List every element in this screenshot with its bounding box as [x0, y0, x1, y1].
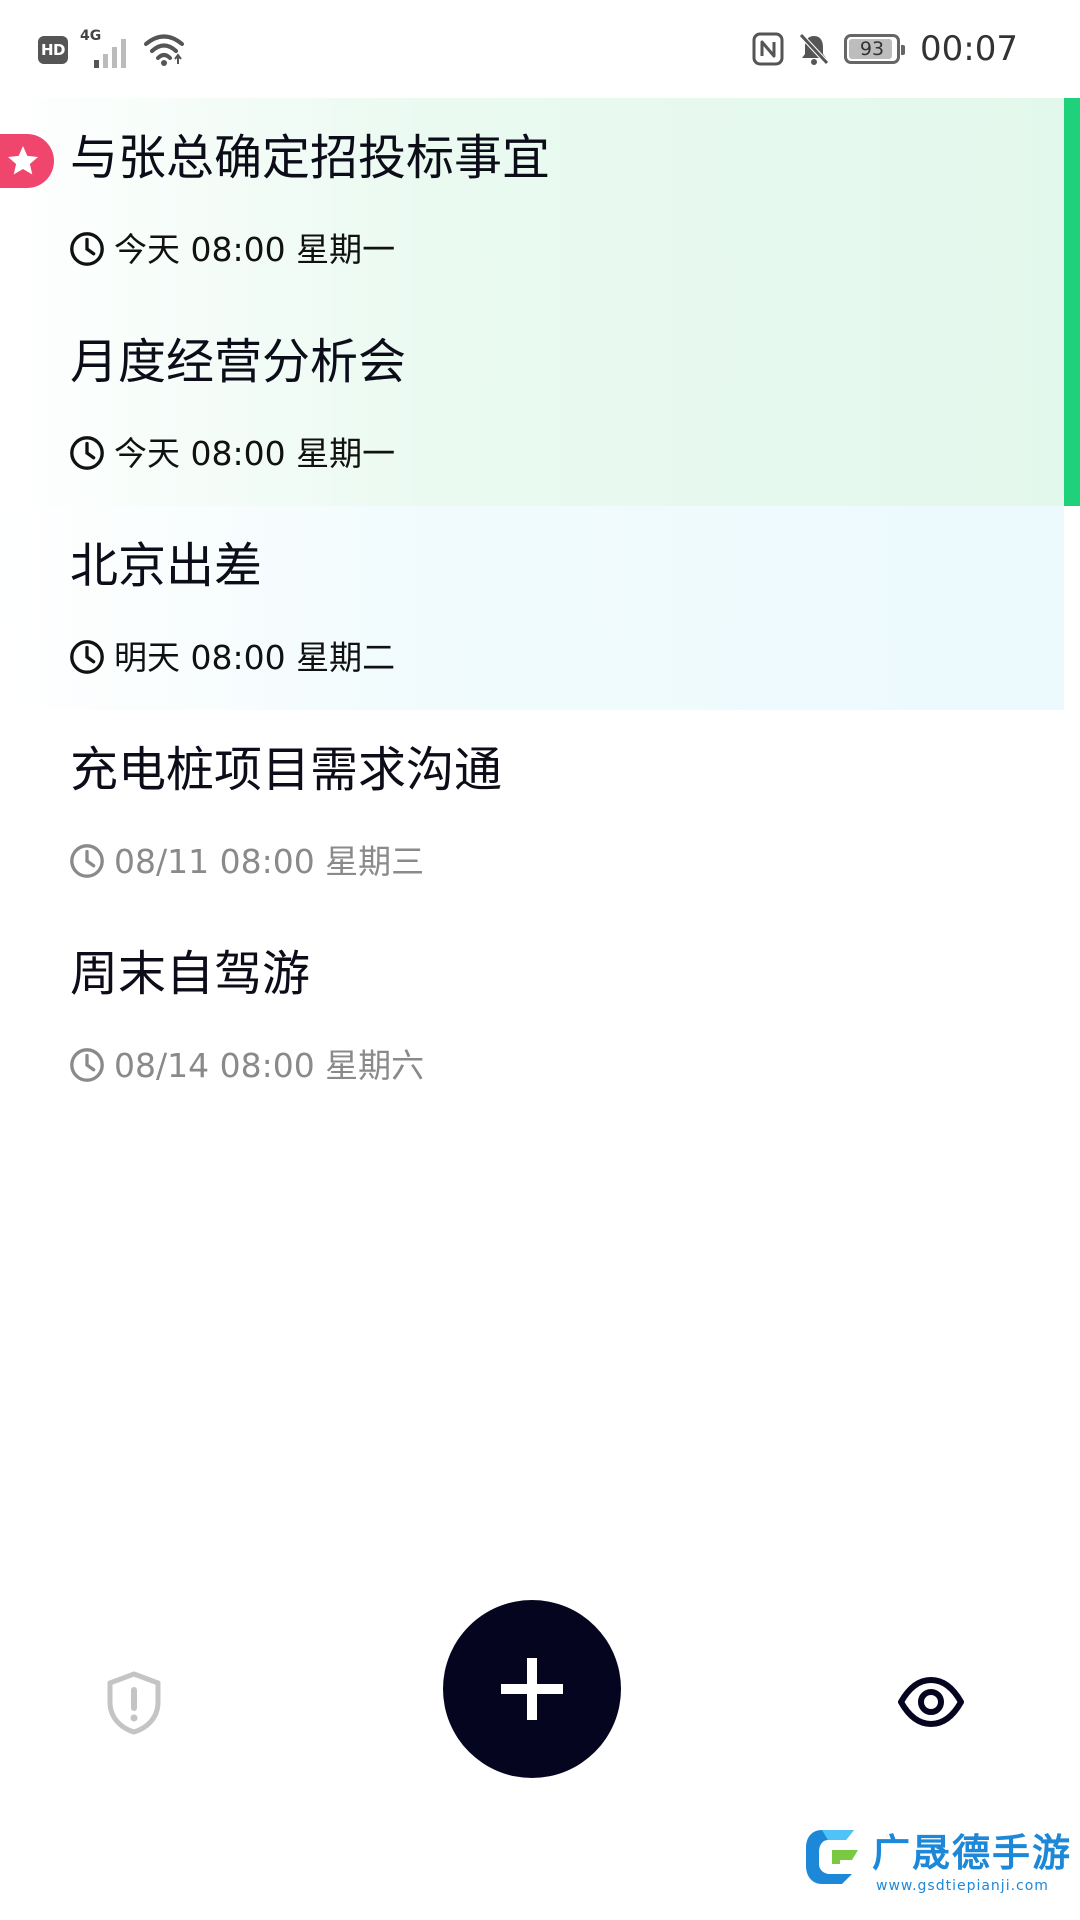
- task-time: 明天 08:00 星期二: [68, 638, 395, 676]
- status-time: 00:07: [920, 29, 1018, 69]
- task-item[interactable]: 周末自驾游 08/14 08:00 星期六: [0, 914, 1064, 1118]
- task-time-label: 明天 08:00 星期二: [114, 637, 396, 677]
- task-title: 充电桩项目需求沟通: [70, 742, 503, 798]
- task-title: 周末自驾游: [70, 946, 311, 1002]
- task-title: 月度经营分析会: [70, 334, 407, 390]
- plus-icon: [501, 1658, 563, 1720]
- hd-icon: HD: [38, 36, 68, 64]
- watermark-logo-icon: [806, 1830, 858, 1884]
- wifi-icon: [144, 34, 184, 66]
- clock-icon: [70, 1048, 104, 1082]
- hd-label: HD: [40, 41, 66, 59]
- task-time-label: 08/11 08:00 星期三: [114, 841, 425, 881]
- bell-off-icon: [799, 33, 829, 65]
- clock-icon: [70, 844, 104, 878]
- eye-icon: [898, 1677, 964, 1727]
- task-item[interactable]: 充电桩项目需求沟通 08/11 08:00 星期三: [0, 710, 1064, 914]
- view-toggle-button[interactable]: [898, 1676, 964, 1728]
- status-left: HD 4G: [38, 28, 184, 72]
- today-group-indicator: [1064, 98, 1080, 506]
- clock-icon: [70, 232, 104, 266]
- clock-icon: [70, 640, 104, 674]
- privacy-button[interactable]: [104, 1670, 164, 1736]
- task-time: 08/11 08:00 星期三: [68, 842, 424, 880]
- task-time: 今天 08:00 星期一: [68, 434, 395, 472]
- watermark-title: 广晟德手游: [872, 1831, 1073, 1875]
- task-time-label: 今天 08:00 星期一: [114, 433, 396, 473]
- clock-icon: [70, 436, 104, 470]
- signal-icon: 4G: [80, 28, 132, 68]
- task-item[interactable]: 北京出差 明天 08:00 星期二: [0, 506, 1064, 710]
- status-bar: HD 4G 93 00:07: [0, 0, 1080, 100]
- battery-level: 93: [859, 38, 885, 60]
- star-badge: [0, 134, 54, 188]
- add-task-button[interactable]: [443, 1600, 621, 1778]
- status-right: 93 00:07: [752, 26, 1018, 72]
- watermark-url: www.gsdtiepianji.com: [876, 1878, 1049, 1894]
- watermark: 广晟德手游 www.gsdtiepianji.com: [802, 1818, 1070, 1912]
- task-time: 08/14 08:00 星期六: [68, 1046, 424, 1084]
- task-title: 与张总确定招投标事宜: [70, 130, 551, 186]
- battery-icon: 93: [844, 34, 906, 64]
- signal-bars-icon: [94, 39, 126, 68]
- task-time: 今天 08:00 星期一: [68, 230, 395, 268]
- task-time-label: 08/14 08:00 星期六: [114, 1045, 425, 1085]
- shield-alert-icon: [107, 1671, 161, 1735]
- nfc-icon: [752, 32, 784, 66]
- task-item[interactable]: 与张总确定招投标事宜 今天 08:00 星期一: [0, 98, 1080, 506]
- task-list: 与张总确定招投标事宜 今天 08:00 星期一 月度经营分析会 今天 08:00…: [0, 98, 1080, 1118]
- task-time-label: 今天 08:00 星期一: [114, 229, 396, 269]
- task-title: 北京出差: [70, 538, 263, 594]
- star-icon: [8, 146, 38, 175]
- task-item[interactable]: 月度经营分析会 今天 08:00 星期一: [0, 302, 1064, 506]
